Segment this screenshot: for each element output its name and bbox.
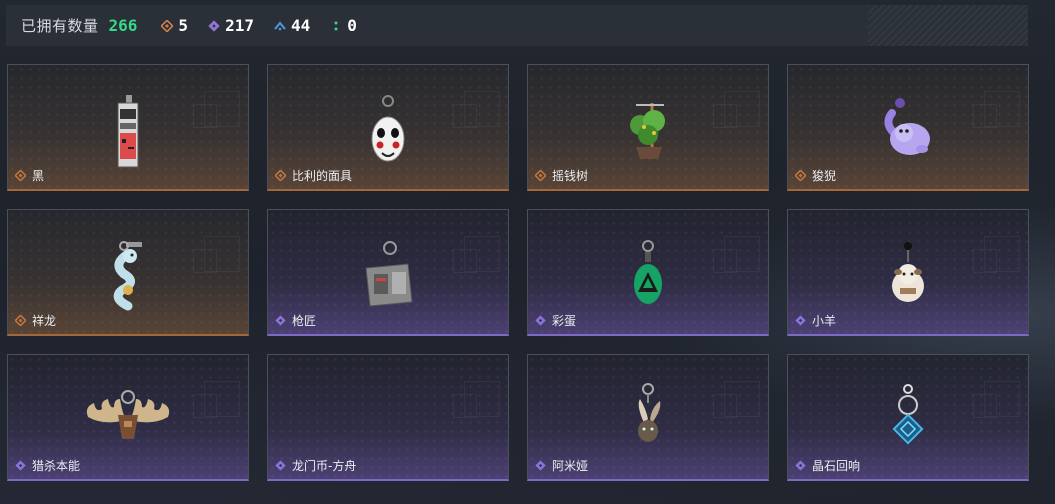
auspicious-dragon-pendant-image [113, 241, 142, 311]
item-label: 晶石回响 [795, 457, 860, 474]
item-name: 比利的面具 [292, 169, 353, 183]
item-label: 祥龙 [15, 312, 56, 329]
item-card-lungmen-coin[interactable]: 龙门币-方舟 [267, 354, 509, 481]
crystal-echo-pendant-image [892, 384, 924, 445]
stat-orange-value: 5 [178, 16, 189, 35]
purple-diamond-icon [795, 460, 806, 471]
orange-diamond-icon [275, 170, 286, 181]
purple-diamond-icon [795, 315, 806, 326]
purple-diamond-icon [275, 460, 286, 471]
moose-antler-pendant-image [86, 390, 170, 439]
pendant-grid: 黑 比利的面具 摇钱树 狻猊 祥龙 枪匠 彩蛋 小羊 猎杀本能 龙门币-方舟 阿… [7, 64, 1029, 481]
empty-item-art [328, 359, 448, 461]
green-dots-icon [330, 20, 342, 32]
stat-green-value: 0 [347, 16, 357, 35]
card-decoration [193, 236, 240, 273]
item-label: 狻猊 [795, 167, 836, 184]
item-label: 黑 [15, 167, 44, 184]
card-decoration [453, 236, 500, 273]
money-tree-pendant-image [630, 103, 665, 159]
card-decoration [973, 91, 1020, 128]
item-label: 比利的面具 [275, 167, 352, 184]
stat-purple: 217 [208, 16, 254, 35]
item-label: 彩蛋 [535, 312, 576, 329]
owned-count-label: 已拥有数量 [21, 17, 99, 35]
easter-egg-pendant-image [634, 240, 662, 304]
billy-mask-pendant-image [371, 95, 405, 162]
item-card-amiya[interactable]: 阿米娅 [527, 354, 769, 481]
orange-diamond-icon [795, 170, 806, 181]
purple-diamond-icon [535, 315, 546, 326]
orange-diamond-icon [15, 315, 26, 326]
item-card-money-tree[interactable]: 摇钱树 [527, 64, 769, 191]
card-decoration [193, 381, 240, 418]
item-label: 猎杀本能 [15, 457, 80, 474]
stat-blue-value: 44 [290, 16, 311, 35]
orange-diamond-icon [161, 19, 174, 32]
item-name: 黑 [32, 169, 45, 183]
purple-diamond-icon [275, 315, 286, 326]
item-label: 阿米娅 [535, 457, 588, 474]
item-name: 彩蛋 [552, 314, 577, 328]
stat-purple-value: 217 [225, 16, 254, 35]
card-decoration [713, 381, 760, 418]
item-card-gunsmith[interactable]: 枪匠 [267, 209, 509, 336]
item-card-lamb[interactable]: 小羊 [787, 209, 1029, 336]
suanni-lion-pendant-image [884, 98, 930, 155]
purple-diamond-icon [208, 19, 220, 32]
card-decoration [713, 236, 760, 273]
item-label: 小羊 [795, 312, 836, 329]
item-name: 阿米娅 [552, 459, 589, 473]
orange-diamond-icon [535, 170, 546, 181]
item-name: 龙门币-方舟 [292, 459, 357, 473]
purple-diamond-icon [15, 460, 26, 471]
item-card-suanni[interactable]: 狻猊 [787, 64, 1029, 191]
card-decoration [973, 381, 1020, 418]
card-decoration [453, 381, 500, 418]
item-card-crystal-echo[interactable]: 晶石回响 [787, 354, 1029, 481]
item-name: 摇钱树 [552, 169, 589, 183]
owned-count-value: 266 [108, 16, 138, 35]
item-card-billy-mask[interactable]: 比利的面具 [267, 64, 509, 191]
item-label: 摇钱树 [535, 167, 588, 184]
gunsmith-plate-pendant-image [365, 241, 413, 307]
item-label: 枪匠 [275, 312, 316, 329]
collection-summary-bar: 已拥有数量 266 5 217 44 0 [6, 5, 1028, 46]
item-name: 小羊 [812, 314, 837, 328]
item-card-hunting-instinct[interactable]: 猎杀本能 [7, 354, 249, 481]
amiya-rabbit-pendant-image [638, 383, 661, 442]
item-label: 龙门币-方舟 [275, 457, 356, 474]
item-name: 晶石回响 [812, 459, 861, 473]
blue-chevron-icon [274, 20, 286, 32]
card-decoration [193, 91, 240, 128]
item-card-easter-egg[interactable]: 彩蛋 [527, 209, 769, 336]
stat-green: 0 [330, 16, 357, 35]
purple-diamond-icon [535, 460, 546, 471]
stat-blue: 44 [274, 16, 310, 35]
stat-orange: 5 [161, 16, 188, 35]
card-decoration [973, 236, 1020, 273]
orange-diamond-icon [15, 170, 26, 181]
item-name: 猎杀本能 [32, 459, 81, 473]
item-name: 枪匠 [292, 314, 317, 328]
item-name: 狻猊 [812, 169, 837, 183]
item-name: 祥龙 [32, 314, 57, 328]
card-decoration [453, 91, 500, 128]
black-tag-pendant-image [117, 95, 139, 168]
card-decoration [713, 91, 760, 128]
little-lamb-pendant-image [892, 242, 924, 302]
item-card-hei[interactable]: 黑 [7, 64, 249, 191]
item-card-xianglong[interactable]: 祥龙 [7, 209, 249, 336]
